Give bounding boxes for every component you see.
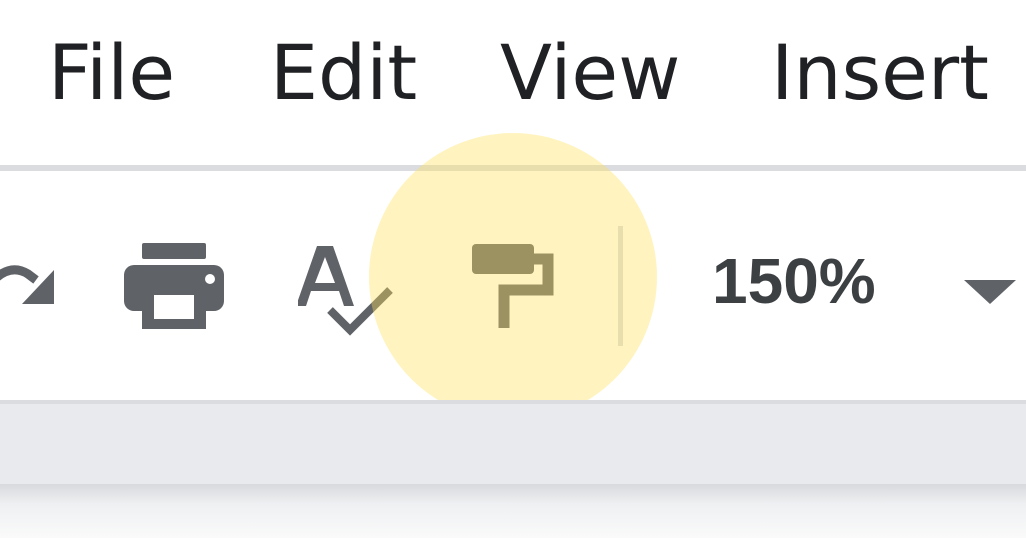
menu-view[interactable]: View bbox=[500, 28, 680, 118]
spellcheck-icon[interactable] bbox=[298, 246, 394, 336]
menu-bar: File Edit View Insert bbox=[0, 0, 1026, 165]
menu-file[interactable]: File bbox=[48, 28, 175, 118]
paint-format-icon[interactable] bbox=[472, 244, 556, 330]
toolbar-separator bbox=[618, 226, 623, 346]
print-icon[interactable] bbox=[124, 243, 224, 329]
document-canvas bbox=[0, 484, 1026, 538]
ruler-area bbox=[0, 404, 1026, 484]
menu-insert[interactable]: Insert bbox=[771, 28, 989, 118]
zoom-select[interactable]: 150% bbox=[712, 243, 876, 319]
zoom-dropdown-arrow-icon[interactable] bbox=[964, 280, 1016, 306]
menu-edit[interactable]: Edit bbox=[270, 28, 417, 118]
redo-icon[interactable] bbox=[0, 250, 60, 310]
